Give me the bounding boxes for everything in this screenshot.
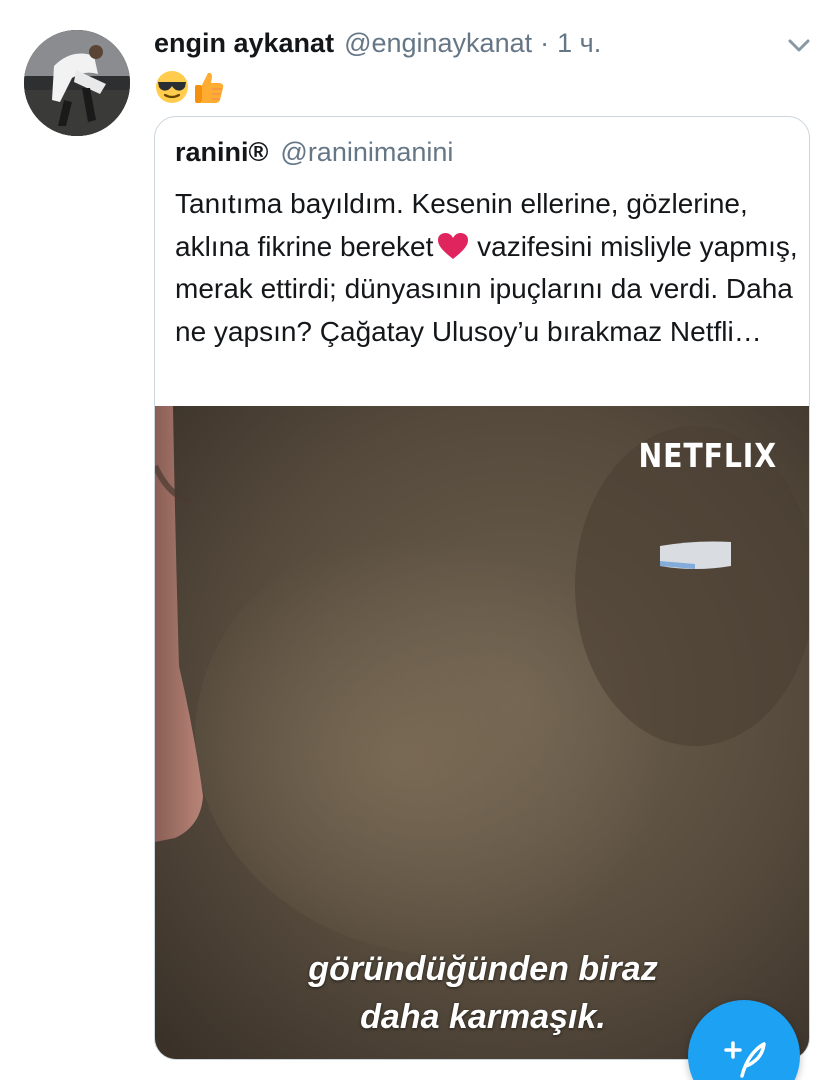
avatar[interactable] <box>24 30 130 136</box>
tweet[interactable]: engin aykanat @enginaykanat · 1 ч. ranin… <box>0 0 834 1080</box>
quoted-tweet-text: Tanıtıma bayıldım. Kesenin ellerine, göz… <box>175 183 799 353</box>
compose-feather-icon <box>724 1041 766 1078</box>
chevron-down-icon[interactable] <box>786 36 812 56</box>
netflix-watermark: NETFLIX <box>638 436 777 475</box>
red-heart-icon <box>438 232 469 259</box>
tweet-header: engin aykanat @enginaykanat · 1 ч. <box>154 28 601 64</box>
quoted-author-handle: @raninimanini <box>280 137 454 167</box>
tweet-text <box>154 68 226 106</box>
author-handle[interactable]: @enginaykanat <box>344 28 532 59</box>
thumbs-up-icon <box>195 72 224 103</box>
quoted-author-name: ranini® <box>175 137 269 167</box>
author-name[interactable]: engin aykanat <box>154 28 334 59</box>
separator-dot: · <box>540 28 550 58</box>
video-subtitle-line-1: göründüğünden biraz <box>308 950 658 988</box>
sunglasses-face-icon <box>156 71 188 103</box>
quoted-tweet-header: ranini® @raninimanini <box>175 137 453 168</box>
video-media[interactable]: NETFLIX göründüğünden biraz daha karmaşı… <box>155 406 809 1059</box>
tweet-timestamp[interactable]: 1 ч. <box>557 28 601 59</box>
quoted-tweet[interactable]: ranini® @raninimanini Tanıtıma bayıldım.… <box>154 116 810 1060</box>
